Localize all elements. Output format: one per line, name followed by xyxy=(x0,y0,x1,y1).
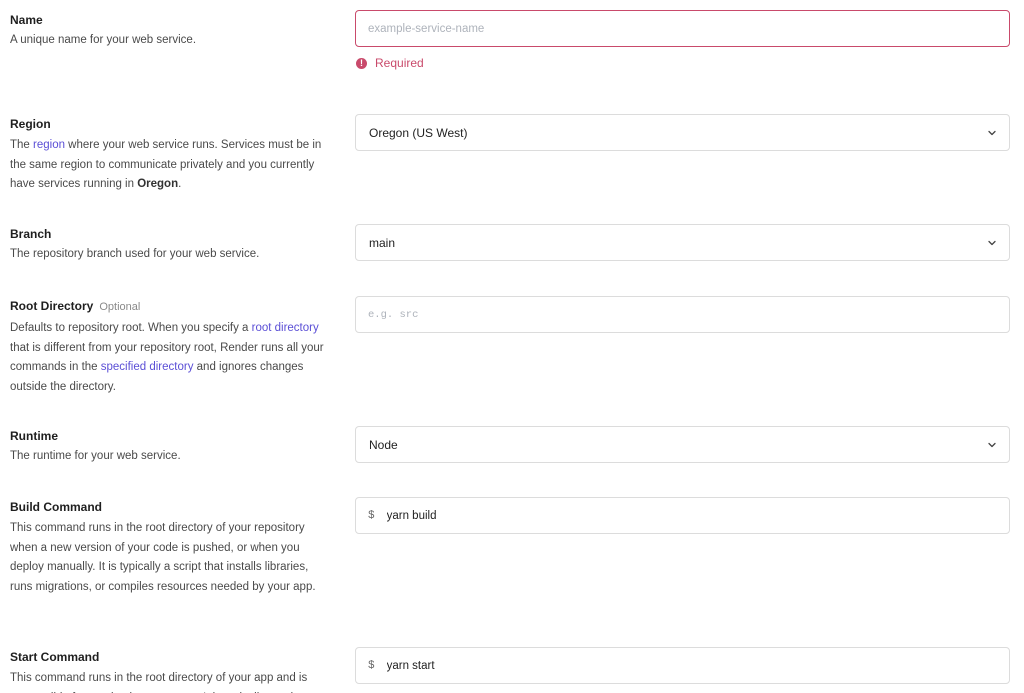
start-command-label-group: Start Command This command runs in the r… xyxy=(10,650,330,693)
start-command-label: Start Command xyxy=(10,650,100,664)
start-command-description: This command runs in the root directory … xyxy=(10,672,308,693)
start-command-section: Start Command This command runs in the r… xyxy=(0,0,1024,693)
web-service-settings-form: Name A unique name for your web service.… xyxy=(0,0,1024,693)
start-command-prefix: $ xyxy=(368,659,375,672)
start-command-field[interactable]: $ xyxy=(355,647,1010,684)
start-command-input[interactable] xyxy=(374,648,1009,683)
